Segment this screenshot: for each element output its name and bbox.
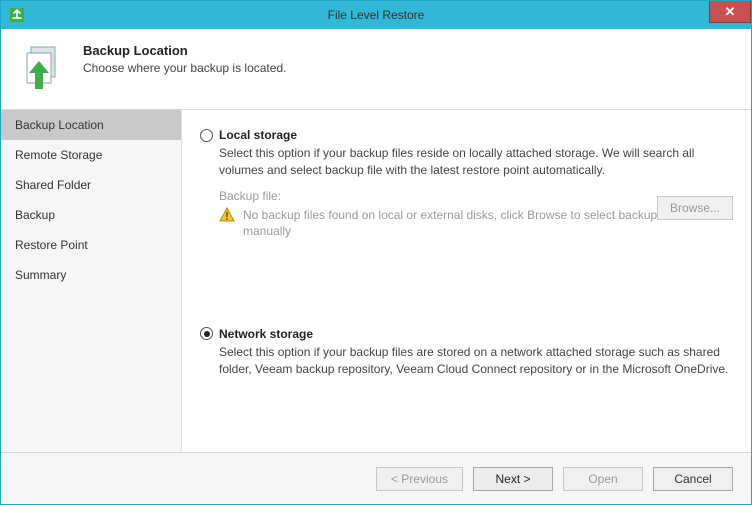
sidebar-item-label: Remote Storage <box>15 148 102 162</box>
sidebar-item-label: Summary <box>15 268 66 282</box>
header-text: Backup Location Choose where your backup… <box>83 43 286 75</box>
sidebar-item-label: Backup Location <box>15 118 104 132</box>
app-icon <box>7 5 27 25</box>
backup-file-label: Backup file: <box>219 189 733 203</box>
sidebar-item-summary[interactable]: Summary <box>1 260 181 290</box>
button-label: Next > <box>495 472 530 486</box>
button-label: Cancel <box>674 472 711 486</box>
radio-icon <box>200 129 213 142</box>
sidebar-item-label: Backup <box>15 208 55 222</box>
warning-icon <box>219 207 235 223</box>
previous-button: < Previous <box>376 467 463 491</box>
wizard-body: Backup Location Remote Storage Shared Fo… <box>1 109 751 452</box>
content-pane: Local storage Select this option if your… <box>181 110 751 452</box>
sidebar-item-label: Shared Folder <box>15 178 91 192</box>
sidebar-item-remote-storage[interactable]: Remote Storage <box>1 140 181 170</box>
page-subtitle: Choose where your backup is located. <box>83 61 286 75</box>
wizard-footer: < Previous Next > Open Cancel <box>1 452 751 504</box>
option-desc: Select this option if your backup files … <box>219 145 733 179</box>
cancel-button[interactable]: Cancel <box>653 467 733 491</box>
close-button[interactable]: ✕ <box>709 1 751 23</box>
browse-button[interactable]: Browse... <box>657 196 733 220</box>
sidebar-item-label: Restore Point <box>15 238 88 252</box>
restore-icon <box>19 43 67 91</box>
radio-network-storage[interactable]: Network storage <box>200 327 733 341</box>
option-title: Local storage <box>219 128 297 142</box>
warning-row: No backup files found on local or extern… <box>219 207 733 239</box>
wizard-header: Backup Location Choose where your backup… <box>1 29 751 109</box>
window: File Level Restore ✕ Backup Location Cho… <box>0 0 752 505</box>
open-button: Open <box>563 467 643 491</box>
page-title: Backup Location <box>83 43 286 58</box>
button-label: < Previous <box>391 472 448 486</box>
option-title: Network storage <box>219 327 313 341</box>
button-label: Browse... <box>670 201 720 215</box>
titlebar: File Level Restore ✕ <box>1 1 751 29</box>
radio-local-storage[interactable]: Local storage <box>200 128 733 142</box>
close-icon: ✕ <box>725 5 736 18</box>
option-local-storage: Local storage Select this option if your… <box>200 128 733 239</box>
sidebar-item-shared-folder[interactable]: Shared Folder <box>1 170 181 200</box>
sidebar-item-backup[interactable]: Backup <box>1 200 181 230</box>
radio-icon <box>200 327 213 340</box>
option-network-storage: Network storage Select this option if yo… <box>200 327 733 378</box>
sidebar: Backup Location Remote Storage Shared Fo… <box>1 110 181 452</box>
next-button[interactable]: Next > <box>473 467 553 491</box>
button-label: Open <box>588 472 617 486</box>
option-desc: Select this option if your backup files … <box>219 344 733 378</box>
sidebar-item-backup-location[interactable]: Backup Location <box>1 110 181 140</box>
sidebar-item-restore-point[interactable]: Restore Point <box>1 230 181 260</box>
window-title: File Level Restore <box>328 8 425 22</box>
